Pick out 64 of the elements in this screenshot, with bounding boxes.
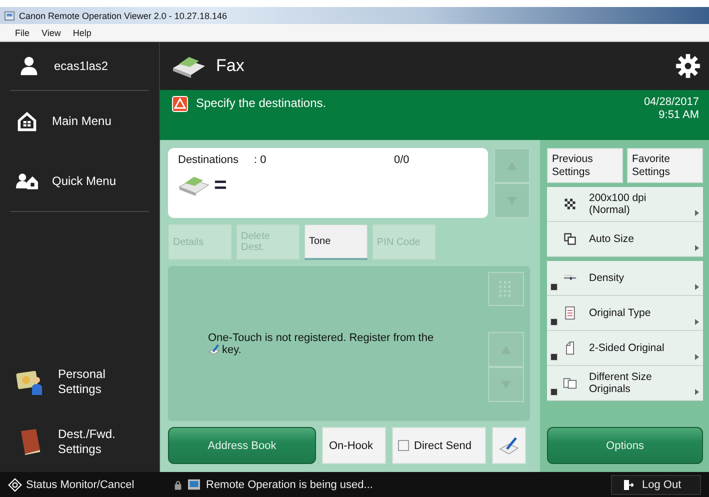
- sidebar-item[interactable]: Dest./Fwd. Settings: [10, 412, 149, 472]
- pen-icon: [499, 436, 519, 456]
- lock-icon: [174, 480, 182, 490]
- menu-item[interactable]: File: [10, 28, 35, 38]
- info-text: key.: [222, 344, 242, 356]
- screen-title: Fax: [216, 56, 244, 76]
- app-icon: [4, 10, 15, 21]
- warning-icon: [172, 96, 188, 112]
- home-icon: [16, 110, 38, 132]
- destinations-count: : 0: [254, 154, 268, 166]
- monitor-icon: [188, 479, 200, 490]
- menu-item[interactable]: Help: [68, 28, 96, 38]
- setting-icon: [563, 341, 577, 355]
- arrow-icon: [695, 389, 699, 395]
- setting-item[interactable]: 200x100 dpi (Normal): [547, 187, 703, 222]
- sidebar-item[interactable]: Personal Settings: [10, 352, 149, 412]
- arrow-icon: [695, 319, 699, 325]
- status-icon: [8, 478, 22, 492]
- setting-item[interactable]: Density: [547, 261, 703, 296]
- scroll-up-button[interactable]: [488, 332, 524, 367]
- settings-icon[interactable]: [675, 53, 701, 79]
- settings-button[interactable]: Previous Settings: [547, 148, 623, 183]
- fax-icon: [172, 54, 206, 78]
- options-button[interactable]: Options: [547, 427, 703, 464]
- fax-icon: [178, 174, 210, 196]
- address-book-button[interactable]: Address Book: [168, 427, 316, 464]
- scroll-up-button[interactable]: [494, 148, 530, 183]
- keypad-button[interactable]: [488, 272, 524, 306]
- date-text: 04/28/2017: [644, 96, 699, 109]
- arrow-icon: [695, 284, 699, 290]
- sidebar-item[interactable]: Quick Menu: [10, 151, 149, 211]
- user-icon: [18, 55, 40, 77]
- setting-icon: [563, 306, 577, 320]
- user-name: ecas1las2: [54, 59, 108, 73]
- log-out-button[interactable]: Log Out: [611, 474, 701, 494]
- status-message: Remote Operation is being used...: [206, 478, 373, 490]
- on-hook-button[interactable]: On-Hook: [322, 427, 386, 464]
- edit-button[interactable]: [492, 427, 526, 464]
- sidebar-item[interactable]: Main Menu: [10, 91, 149, 151]
- checkbox[interactable]: [398, 440, 409, 451]
- status-message: Specify the destinations.: [196, 96, 326, 110]
- log-out-icon: [624, 480, 634, 490]
- page-count: 0/0: [394, 154, 410, 166]
- arrow-icon: [695, 245, 699, 251]
- time-text: 9:51 AM: [658, 108, 699, 122]
- settings-button[interactable]: Favorite Settings: [627, 148, 703, 183]
- dest-button[interactable]: Tone: [304, 224, 368, 260]
- setting-icon: [563, 232, 577, 246]
- menu-item[interactable]: View: [36, 28, 66, 38]
- destinations-label: Destinations: [178, 154, 240, 166]
- button-label: Direct Send: [414, 440, 472, 452]
- settings-person-icon: [16, 368, 44, 396]
- window-title: Canon Remote Operation Viewer 2.0 - 10.27.18.146: [19, 10, 227, 20]
- direct-send-button[interactable]: Direct Send: [392, 427, 486, 464]
- status-monitor-link[interactable]: Status Monitor/Cancel: [26, 478, 134, 490]
- pen-icon: [208, 344, 220, 356]
- equals-sign: =: [214, 174, 227, 196]
- arrow-icon: [695, 354, 699, 360]
- scroll-down-button[interactable]: [494, 183, 530, 218]
- scroll-down-button[interactable]: [488, 367, 524, 402]
- setting-icon: [563, 376, 577, 390]
- info-text: One-Touch is not registered. Register from the: [208, 332, 435, 344]
- setting-icon: [563, 197, 577, 211]
- arrow-icon: [695, 210, 699, 216]
